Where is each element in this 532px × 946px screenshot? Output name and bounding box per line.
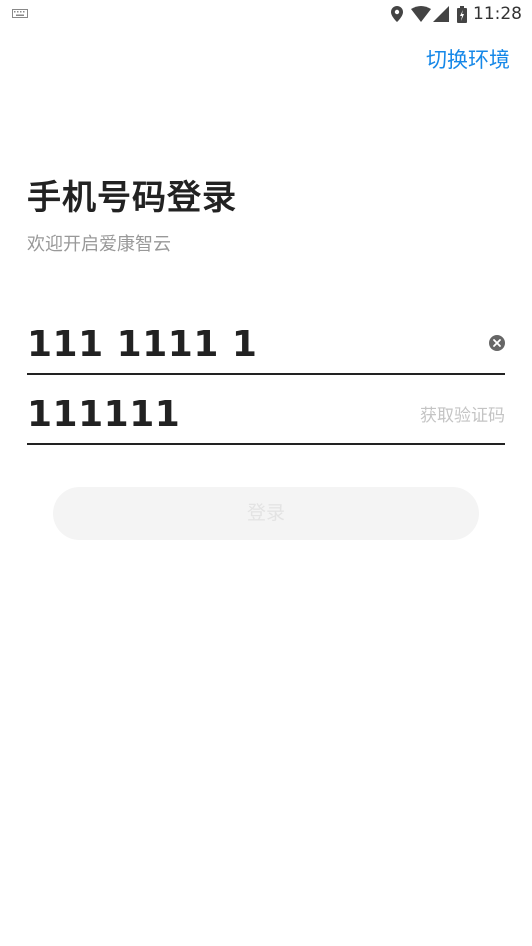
login-button[interactable]: 登录: [53, 487, 479, 540]
get-code-button[interactable]: 获取验证码: [420, 405, 505, 427]
location-icon: [391, 6, 403, 22]
battery-icon: [457, 5, 467, 23]
signal-icon: [433, 6, 449, 22]
phone-input-value[interactable]: 111 1111 1: [27, 321, 257, 369]
verification-code-input[interactable]: 111111 获取验证码: [27, 391, 505, 445]
status-bar: 11:28: [0, 0, 532, 28]
phone-input[interactable]: 111 1111 1: [27, 321, 505, 375]
wifi-icon: [411, 6, 431, 22]
verification-code-value[interactable]: 111111: [27, 391, 180, 439]
clear-icon[interactable]: [489, 335, 505, 351]
status-time: 11:28: [473, 4, 522, 24]
keyboard-icon: [12, 9, 28, 18]
switch-environment-link[interactable]: 切换环境: [426, 46, 510, 74]
page-title: 手机号码登录: [27, 178, 237, 218]
page-subtitle: 欢迎开启爱康智云: [27, 234, 171, 255]
